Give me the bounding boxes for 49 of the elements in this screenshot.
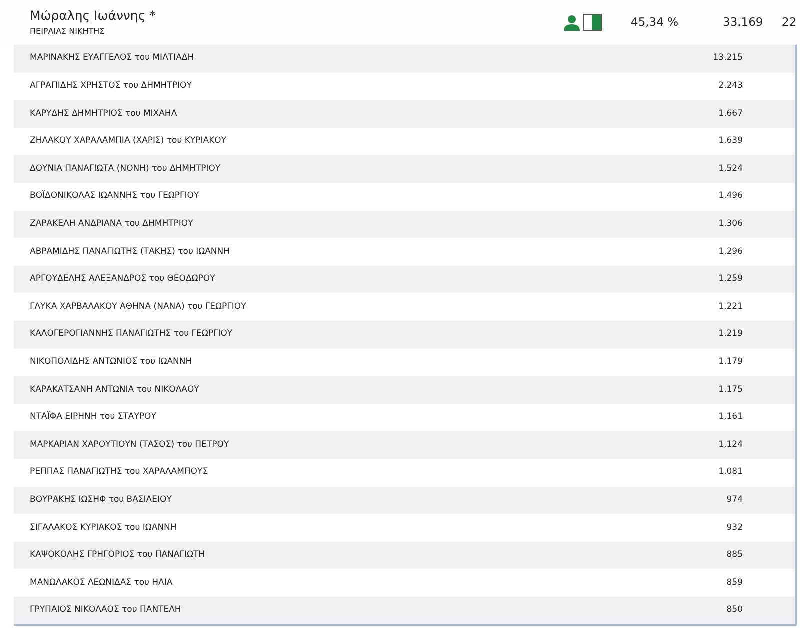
vote-count: 1.306	[718, 218, 743, 231]
vote-count: 1.175	[718, 384, 743, 396]
candidate-name: ΚΑΡΑΚΑΤΣΑΝΗ ΑΝΤΩΝΙΑ του ΝΙΚΟΛΑΟΥ	[30, 384, 200, 396]
vote-count: 1.161	[718, 411, 743, 424]
candidate-name: ΚΑΨΟΚΟΛΗΣ ΓΡΗΓΟΡΙΟΣ του ΠΑΝΑΓΙΩΤΗ	[30, 549, 206, 562]
vote-count: 1.179	[718, 356, 743, 369]
vote-count: 13.215	[712, 52, 743, 66]
candidate-name: Μώραλης Ιωάννης *	[30, 8, 157, 24]
vote-count: 1.259	[718, 273, 743, 286]
vote-count: 1.221	[718, 300, 743, 314]
vote-count: 850	[726, 604, 743, 618]
vote-count: 1.496	[718, 190, 743, 204]
candidate-name: ΜΑΡΙΝΑΚΗΣ ΕΥΑΓΓΕΛΟΣ του ΜΙΛΤΙΑΔΗ	[30, 52, 196, 66]
vote-count: 974	[726, 494, 743, 507]
vote-count: 932	[726, 522, 743, 534]
candidate-name: ΑΡΓΟΥΔΕΛΗΣ ΑΛΕΞΑΝΔΡΟΣ του ΘΕΟΔΩΡΟΥ	[30, 273, 216, 286]
candidate-name: ΖΗΛΑΚΟΥ ΧΑΡΑΛΑΜΠΙΑ (ΧΑΡΙΣ) του ΚΥΡΙΑΚΟΥ	[30, 135, 228, 148]
vote-count: 1.081	[718, 466, 743, 480]
vote-count: 1.667	[718, 108, 743, 120]
vote-count: 1.124	[718, 438, 743, 452]
vote-count: 1.639	[718, 135, 743, 148]
candidate-name: ΝΙΚΟΠΟΛΙΔΗΣ ΑΝΤΩΝΙΟΣ του ΙΩΑΝΝΗ	[30, 356, 194, 369]
vote-count: 1.524	[718, 162, 743, 176]
candidate-name: ΚΑΛΟΓΕΡΟΓΙΑΝΝΗΣ ΠΑΝΑΓΙΩΤΗΣ του ΓΕΩΡΓΙΟΥ	[30, 328, 234, 342]
candidate-name: ΝΤΑΪΦΑ ΕΙΡΗΝΗ του ΣΤΑΥΡΟΥ	[30, 411, 158, 424]
person-icon	[564, 14, 580, 30]
vote-count: 2.243	[718, 80, 743, 93]
candidate-name: ΚΑΡΥΔΗΣ ΔΗΜΗΤΡΙΟΣ του ΜΙΧΑΗΛ	[30, 108, 178, 120]
candidate-name: ΓΡΥΠΑΙΟΣ ΝΙΚΟΛΑΟΣ του ΠΑΝΤΕΛΗ	[30, 604, 182, 618]
candidate-name: ΡΕΠΠΑΣ ΠΑΝΑΓΙΩΤΗΣ του ΧΑΡΑΛΑΜΠΟΥΣ	[30, 466, 210, 480]
candidate-name: ΑΒΡΑΜΙΔΗΣ ΠΑΝΑΓΙΩΤΗΣ (ΤΑΚΗΣ) του ΙΩΑΝΝΗ	[30, 246, 232, 258]
candidate-name: ΔΟΥΝΙΑ ΠΑΝΑΓΙΩΤΑ (ΝΟΝΗ) του ΔΗΜΗΤΡΙΟΥ	[30, 162, 222, 176]
vote-count: 859	[726, 576, 743, 590]
candidate-name: ΒΟΥΡΑΚΗΣ ΙΩΣΗΦ του ΒΑΣΙΛΕΙΟΥ	[30, 494, 173, 507]
party-name: ΠΕΙΡΑΙΑΣ ΝΙΚΗΤΗΣ	[30, 26, 106, 38]
candidate-name: ΓΛΥΚΑ ΧΑΡΒΑΛΑΚΟΥ ΑΘΗΝΑ (ΝΑΝΑ) του ΓΕΩΡΓΙΟΥ	[30, 300, 248, 314]
vote-count: 885	[726, 549, 743, 562]
seat-count: 22	[782, 14, 797, 31]
candidate-name: ΖΑΡΑΚΕΛΗ ΑΝΔΡΙΑΝΑ του ΔΗΜΗΤΡΙΟΥ	[30, 218, 194, 231]
flag-icon	[583, 14, 602, 31]
vote-percentage: 45,34 %	[631, 14, 680, 31]
candidate-name: ΜΑΡΚΑΡΙΑΝ ΧΑΡΟΥΤΙΟΥΝ (ΤΑΣΟΣ) του ΠΕΤΡΟΥ	[30, 438, 230, 452]
vote-count: 1.219	[718, 328, 743, 342]
vote-count: 33.169	[723, 14, 764, 31]
candidate-name: ΜΑΝΩΛΑΚΟΣ ΛΕΩΝΙΔΑΣ του ΗΛΙΑ	[30, 576, 174, 590]
candidate-name: ΒΟΪΔΟΝΙΚΟΛΑΣ ΙΩΑΝΝΗΣ του ΓΕΩΡΓΙΟΥ	[30, 190, 200, 204]
candidate-name: ΣΙΓΑΛΑΚΟΣ ΚΥΡΙΑΚΟΣ του ΙΩΑΝΝΗ	[30, 522, 178, 534]
candidate-name: ΑΓΡΑΠΙΔΗΣ ΧΡΗΣΤΟΣ του ΔΗΜΗΤΡΙΟΥ	[30, 80, 193, 93]
vote-count: 1.296	[718, 246, 743, 258]
